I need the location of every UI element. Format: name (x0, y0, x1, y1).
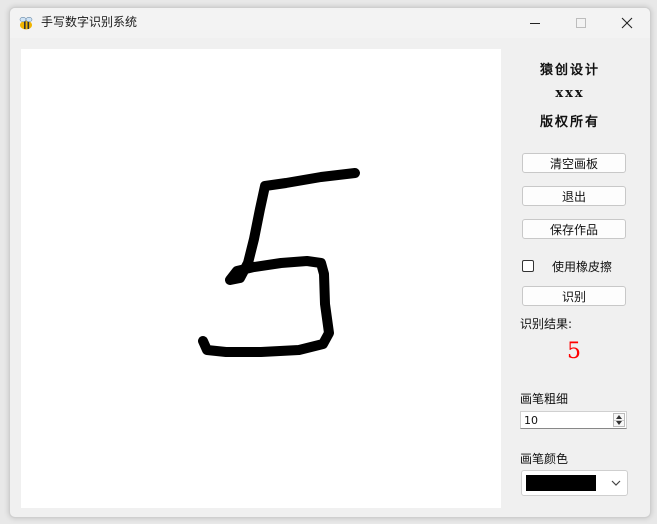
handwritten-stroke (198, 168, 360, 357)
pen-width-spinbox[interactable]: 10 (520, 411, 627, 429)
eraser-checkbox[interactable] (522, 260, 534, 272)
drawing-canvas[interactable] (21, 49, 501, 508)
spin-buttons (613, 413, 625, 427)
eraser-option[interactable]: 使用橡皮擦 (522, 258, 612, 274)
pen-width-label: 画笔粗细 (520, 392, 569, 406)
title-bar[interactable]: 手写数字识别系统 (10, 8, 650, 38)
pen-color-label: 画笔颜色 (520, 452, 569, 466)
close-icon (621, 17, 633, 29)
eraser-label: 使用橡皮擦 (552, 259, 613, 274)
clear-canvas-button[interactable]: 清空画板 (522, 153, 626, 173)
exit-button[interactable]: 退出 (522, 186, 626, 206)
spin-down-button[interactable] (614, 420, 624, 426)
pen-width-value: 10 (524, 414, 538, 427)
save-work-button[interactable]: 保存作品 (522, 219, 626, 239)
credit-line-1: 猿创设计 (539, 63, 600, 78)
bee-icon (18, 15, 34, 31)
chevron-down-icon (611, 480, 621, 486)
maximize-button[interactable] (558, 8, 604, 38)
minimize-button[interactable] (512, 8, 558, 38)
close-button[interactable] (604, 8, 650, 38)
color-swatch (526, 475, 596, 491)
pen-color-dropdown[interactable] (521, 470, 628, 496)
maximize-icon (576, 18, 586, 28)
result-value: 5 (567, 339, 581, 364)
control-panel: 猿创设计 xxx 版权所有 清空画板 退出 保存作品 使用橡皮擦 识别 识别结果… (505, 38, 650, 517)
triangle-down-icon (616, 421, 622, 425)
minimize-icon (530, 23, 540, 24)
recognize-button[interactable]: 识别 (522, 286, 626, 306)
app-window: 手写数字识别系统 猿创设计 xxx 版权所有 清空画板 退出 保存作品 使用橡皮… (9, 7, 651, 518)
triangle-up-icon (616, 415, 622, 419)
result-label: 识别结果: (520, 317, 573, 331)
credit-line-2: xxx (555, 86, 585, 101)
credit-line-3: 版权所有 (539, 115, 600, 130)
window-title: 手写数字识别系统 (41, 15, 138, 29)
